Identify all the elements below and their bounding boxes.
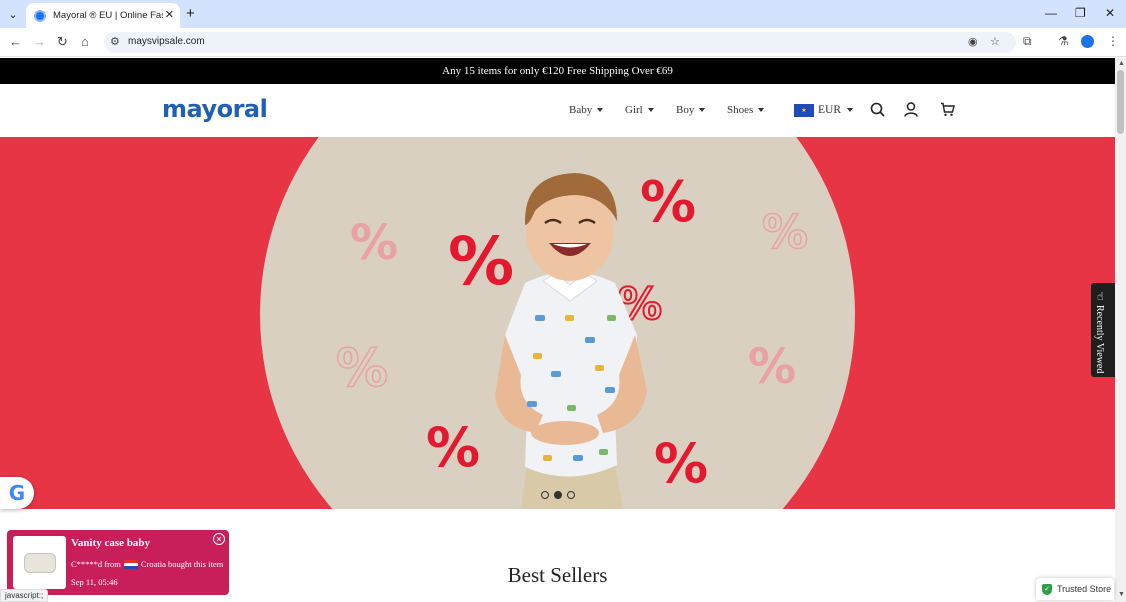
carousel-dot-1[interactable]	[541, 491, 549, 499]
popup-time: Sep 11, 05:46	[71, 577, 118, 587]
site-header: mayoral Baby Girl Boy Shoes ★ EUR	[0, 84, 1115, 137]
back-icon[interactable]: ←	[9, 34, 22, 49]
scroll-up-icon[interactable]: ▲	[1118, 60, 1125, 67]
site-logo[interactable]: mayoral	[162, 95, 268, 123]
hand-pointer-icon: ☝	[1097, 291, 1104, 303]
recently-viewed-label: Recently Viewed	[1094, 305, 1105, 374]
home-icon[interactable]: ⌂	[81, 34, 89, 49]
scrollbar-thumb[interactable]	[1117, 70, 1124, 134]
popup-buyer-name: C*****d from	[71, 559, 121, 569]
profile-avatar[interactable]	[1081, 35, 1094, 48]
browser-tab[interactable]: Mayoral ® EU | Online Fashion ✕	[26, 3, 180, 28]
nav-baby[interactable]: Baby	[569, 104, 604, 116]
tab-close-icon[interactable]: ✕	[165, 8, 174, 21]
forward-icon[interactable]: →	[33, 34, 46, 49]
nav-label: Shoes	[727, 104, 754, 116]
caret-down-icon	[699, 108, 706, 113]
caret-down-icon	[758, 108, 765, 113]
nav-label: Girl	[625, 104, 643, 116]
trusted-store-badge[interactable]: ✓ Trusted Store	[1036, 578, 1114, 600]
browser-status-bar: javascript:;	[0, 589, 49, 602]
vanity-case-image	[23, 552, 56, 573]
shield-check-icon: ✓	[1042, 583, 1052, 595]
extensions-icon[interactable]: ⧉	[1023, 34, 1032, 49]
carousel-dot-3[interactable]	[567, 491, 575, 499]
minimize-icon[interactable]: —	[1045, 6, 1057, 20]
url-text[interactable]: maysvipsale.com	[128, 36, 205, 47]
percent-sign: %	[761, 205, 809, 259]
nav-girl[interactable]: Girl	[625, 104, 654, 116]
croatia-flag-icon	[123, 559, 138, 569]
eu-flag-icon[interactable]: ★	[794, 104, 814, 117]
popup-buyer-country: Croatia bought this item	[140, 559, 224, 569]
cart-icon[interactable]	[940, 102, 955, 117]
nav-label: Boy	[676, 104, 695, 116]
caret-down-icon	[847, 108, 853, 113]
boy-model-image	[495, 173, 647, 509]
tab-title: Mayoral ® EU | Online Fashion	[53, 10, 163, 21]
carousel-dots	[541, 491, 575, 499]
account-icon[interactable]	[904, 102, 918, 117]
google-reviews-icon[interactable]: G	[0, 477, 34, 509]
browser-tab-strip: ⌄ Mayoral ® EU | Online Fashion ✕ + — ❐ …	[0, 0, 1126, 28]
eye-off-icon[interactable]: ◉	[968, 35, 978, 48]
recently-viewed-tab[interactable]: ☝ Recently Viewed	[1091, 283, 1115, 377]
trusted-store-label: Trusted Store	[1057, 584, 1112, 594]
percent-sign: %	[748, 339, 797, 395]
address-bar[interactable]: ⚙ maysvipsale.com ◉ ☆	[104, 32, 1016, 53]
nav-shoes[interactable]: Shoes	[727, 104, 765, 116]
tab-search-icon[interactable]: ⌄	[4, 5, 22, 23]
page-scrollbar[interactable]: ▲ ▼	[1115, 58, 1126, 602]
percent-sign: %	[335, 339, 389, 399]
announcement-bar: Any 15 items for only €120 Free Shipping…	[0, 58, 1115, 84]
product-thumbnail	[13, 536, 66, 589]
menu-icon[interactable]: ⋮	[1107, 34, 1119, 48]
caret-down-icon	[597, 108, 604, 113]
hero-banner[interactable]: % % % % % % % % %	[0, 137, 1115, 509]
popup-buyer-line: C*****d from Croatia bought this item	[71, 559, 223, 569]
purchase-notification[interactable]: Vanity case baby C*****d from Croatia bo…	[7, 530, 229, 595]
reload-icon[interactable]: ↻	[57, 34, 68, 50]
labs-icon[interactable]: ⚗	[1058, 34, 1069, 48]
carousel-dot-2[interactable]	[554, 491, 562, 499]
scroll-down-icon[interactable]: ▼	[1118, 591, 1125, 598]
caret-down-icon	[647, 108, 654, 113]
window-close-icon[interactable]: ✕	[1105, 6, 1115, 20]
browser-toolbar: ← → ↻ ⌂ ⚙ maysvipsale.com ◉ ☆ ⧉ ⚗ ⋮	[0, 28, 1126, 57]
currency-label: EUR	[818, 104, 841, 116]
site-info-icon[interactable]: ⚙	[110, 35, 120, 48]
bookmark-star-icon[interactable]: ☆	[990, 35, 1000, 48]
restore-icon[interactable]: ❐	[1075, 6, 1086, 20]
favicon-icon	[34, 9, 46, 22]
popup-product-name[interactable]: Vanity case baby	[71, 537, 150, 549]
percent-sign: %	[350, 215, 399, 271]
search-icon[interactable]	[870, 102, 885, 117]
nav-label: Baby	[569, 104, 593, 116]
currency-selector[interactable]: EUR	[818, 104, 853, 116]
new-tab-icon[interactable]: +	[186, 5, 195, 22]
popup-close-icon[interactable]: ✕	[213, 533, 225, 545]
nav-boy[interactable]: Boy	[676, 104, 706, 116]
